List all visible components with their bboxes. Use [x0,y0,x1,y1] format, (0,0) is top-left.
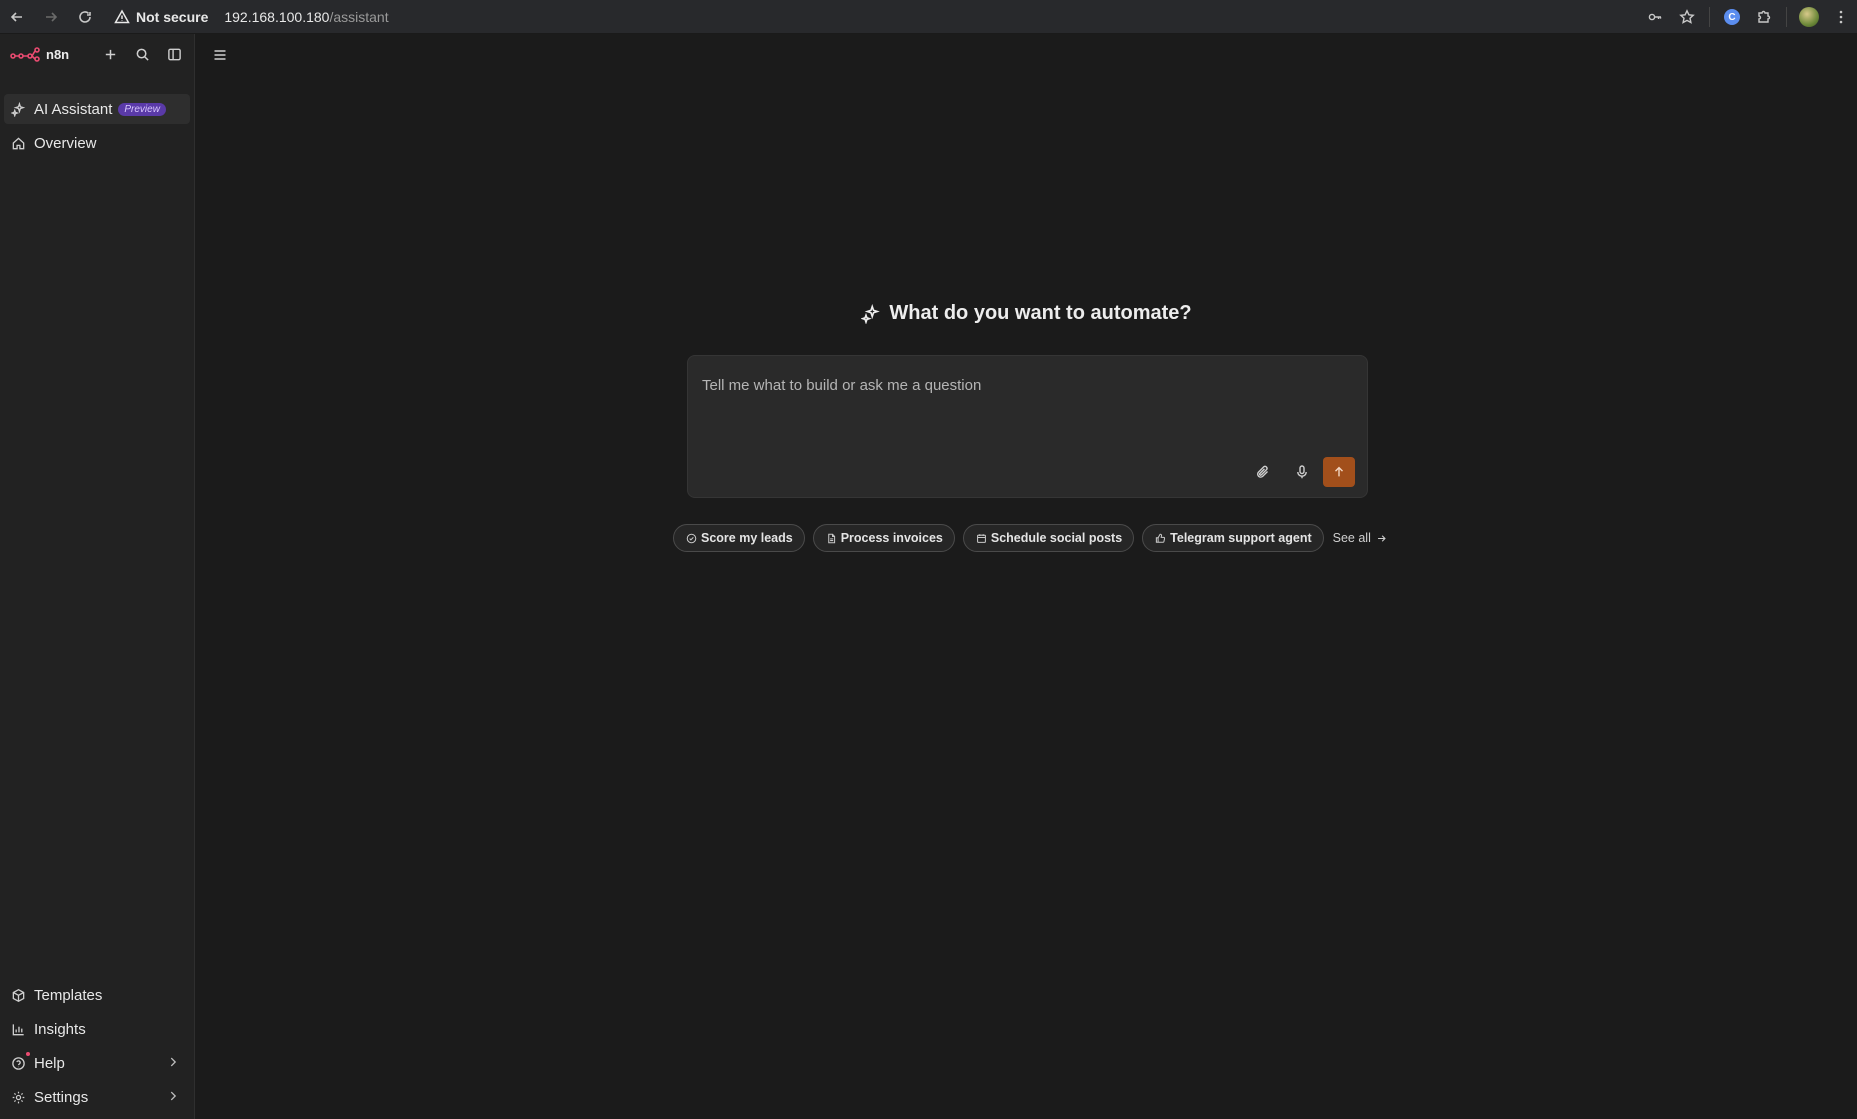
security-label: Not secure [136,8,209,25]
avatar [1799,7,1819,27]
sparkles-icon [861,303,881,324]
thumbs-up-icon [1156,533,1166,543]
chip-label: Process invoices [840,531,943,545]
sidebar-item-insights[interactable]: Insights [4,1014,190,1044]
chevron-right-icon [166,1089,180,1103]
n8n-logo[interactable]: n8n [10,46,69,62]
security-indicator[interactable]: Not secure [114,9,208,25]
sidebar: n8n AI Assistant Preview Overview Templa… [0,34,195,1119]
search-button[interactable] [130,42,154,66]
page-title-text: What do you want to automate? [889,302,1192,324]
reload-button[interactable] [68,0,102,34]
hamburger-icon [214,50,226,60]
suggestion-chips: Score my leads Process invoices Schedule… [673,524,1387,552]
main-content: What do you want to automate? Score my l… [196,34,1857,1119]
chip-label: Schedule social posts [990,531,1123,545]
browser-toolbar: Not secure 192.168.100.180/assistant C [0,0,1857,34]
profile-avatar[interactable] [1793,0,1825,34]
toggle-sidebar-button[interactable] [162,42,186,66]
sidebar-item-label: AI Assistant [34,100,113,118]
address-bar[interactable]: Not secure 192.168.100.180/assistant [114,9,389,25]
n8n-logo-icon [10,47,40,62]
arrow-right-icon [1377,534,1386,542]
see-all-link[interactable]: See all [1333,531,1387,545]
see-all-label: See all [1332,531,1371,545]
sparkles-icon [10,101,26,117]
sidebar-item-ai-assistant[interactable]: AI Assistant Preview [4,94,190,124]
microphone-button[interactable] [1291,461,1313,483]
sidebar-item-label: Settings [34,1088,89,1106]
suggestion-score-my-leads[interactable]: Score my leads [673,524,805,552]
search-icon [136,48,149,61]
extensions-puzzle-icon[interactable] [1748,0,1780,34]
sidebar-item-help[interactable]: Help [4,1048,190,1078]
attach-button[interactable] [1252,461,1274,483]
url-path: /assistant [329,8,389,25]
suggestion-telegram-support-agent[interactable]: Telegram support agent [1142,524,1324,552]
chip-label: Score my leads [701,531,793,545]
home-icon [10,135,26,151]
app-root: n8n AI Assistant Preview Overview Templa… [0,34,1857,1119]
hamburger-menu-button[interactable] [210,45,230,65]
warning-icon [114,8,130,23]
sidebar-item-overview[interactable]: Overview [4,128,190,158]
sidebar-item-settings[interactable]: Settings [4,1082,190,1112]
prompt-input[interactable] [702,373,1342,397]
password-key-icon[interactable] [1639,0,1671,34]
chevron-right-icon [166,1055,180,1069]
notification-dot [26,1052,30,1056]
sidebar-item-label: Templates [34,986,103,1004]
gear-icon [10,1089,26,1105]
check-circle-icon [686,533,697,543]
sidebar-panel-icon [167,48,181,60]
plus-icon [105,49,115,59]
preview-badge: Preview [118,102,166,116]
sidebar-item-templates[interactable]: Templates [4,980,190,1010]
sidebar-item-label: Help [34,1054,65,1072]
chart-bar-icon [10,1021,26,1037]
calendar-icon [976,533,986,543]
sidebar-header: n8n [0,34,194,74]
suggestion-process-invoices[interactable]: Process invoices [812,524,955,552]
bookmark-star-icon[interactable] [1671,0,1703,34]
box-icon [10,987,26,1003]
forward-button[interactable] [34,0,68,34]
chip-label: Telegram support agent [1170,531,1312,545]
url-text[interactable]: 192.168.100.180/assistant [224,9,388,25]
microphone-icon [1297,465,1307,479]
sidebar-item-label: Insights [34,1020,86,1038]
prompt-box [687,355,1368,498]
paperclip-icon [1257,465,1268,478]
sidebar-item-label: Overview [34,134,97,152]
browser-menu-icon[interactable] [1825,0,1857,34]
help-circle-icon [10,1052,30,1071]
suggestion-schedule-social-posts[interactable]: Schedule social posts [962,524,1135,552]
send-button[interactable] [1323,457,1355,487]
url-host: 192.168.100.180 [224,8,330,25]
extension-g-icon[interactable]: C [1716,0,1748,34]
create-button[interactable] [98,42,122,66]
page-title: What do you want to automate? [196,302,1857,325]
file-icon [827,533,835,543]
toolbar-divider [1786,7,1787,27]
arrow-up-icon [1335,466,1343,477]
toolbar-divider [1709,7,1710,27]
back-button[interactable] [0,0,34,34]
logo-text: n8n [46,46,70,62]
